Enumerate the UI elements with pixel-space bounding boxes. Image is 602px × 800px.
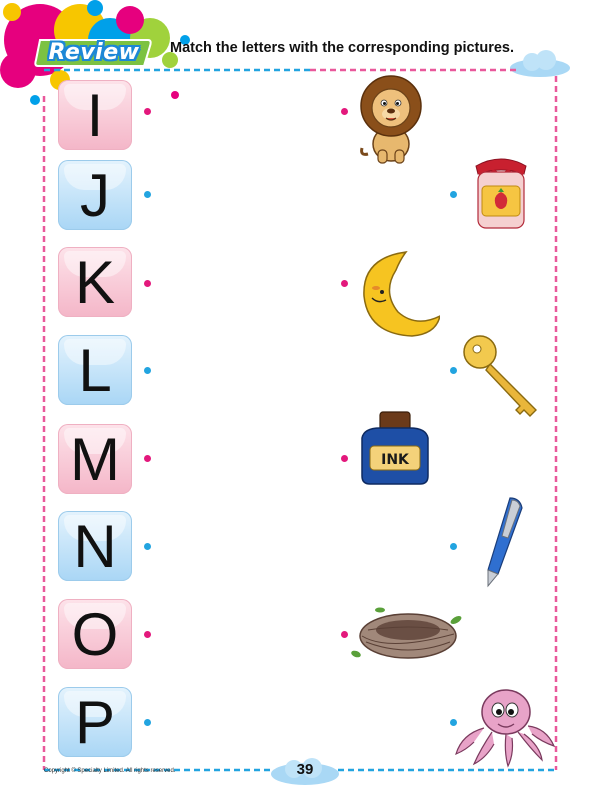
match-dot-picture-ink[interactable] [341, 455, 348, 462]
match-dot-picture-lion[interactable] [341, 108, 348, 115]
ink-bottle-icon: INK [361, 411, 429, 485]
match-dot-picture-moon[interactable] [341, 280, 348, 287]
jam-jar-icon [475, 158, 527, 229]
lion-icon [360, 75, 422, 164]
ink-label: INK [381, 452, 410, 468]
match-dot-letter-l[interactable] [144, 367, 151, 374]
letter-n: N [73, 512, 117, 580]
match-dot-letter-n[interactable] [144, 543, 151, 550]
match-dot-letter-p[interactable] [144, 719, 151, 726]
letter-m: M [70, 425, 120, 493]
octopus-icon [455, 689, 556, 768]
letter-tile-m: M [58, 424, 132, 494]
letter-i: I [86, 81, 104, 149]
letter-tile-j: J [58, 160, 132, 230]
letter-tile-i: I [58, 80, 132, 150]
match-dot-picture-pen[interactable] [450, 543, 457, 550]
worksheet-page: Review Match the letters with the corres… [0, 0, 602, 800]
pen-icon [487, 497, 523, 588]
letter-tile-p: P [58, 687, 132, 757]
copyright-text: Copyright © Specialty Limited. All right… [44, 768, 176, 774]
nest-icon [351, 607, 462, 659]
match-dot-letter-i[interactable] [144, 108, 151, 115]
letter-tile-o: O [58, 599, 132, 669]
moon-icon [363, 251, 440, 337]
letter-tile-n: N [58, 511, 132, 581]
match-dot-letter-o[interactable] [144, 631, 151, 638]
match-dot-letter-j[interactable] [144, 191, 151, 198]
letter-k: K [74, 248, 116, 316]
page-number: 39 [296, 761, 314, 778]
letter-l: L [78, 336, 112, 404]
match-dot-letter-m[interactable] [144, 455, 151, 462]
letter-tile-k: K [58, 247, 132, 317]
match-dot-letter-k[interactable] [144, 280, 151, 287]
key-icon [463, 335, 537, 417]
letter-tile-l: L [58, 335, 132, 405]
letter-o: O [71, 600, 119, 668]
match-dot-picture-nest[interactable] [341, 631, 348, 638]
letter-p: P [74, 688, 116, 756]
match-dot-picture-jam[interactable] [450, 191, 457, 198]
match-dot-picture-key[interactable] [450, 367, 457, 374]
letter-j: J [80, 161, 110, 229]
